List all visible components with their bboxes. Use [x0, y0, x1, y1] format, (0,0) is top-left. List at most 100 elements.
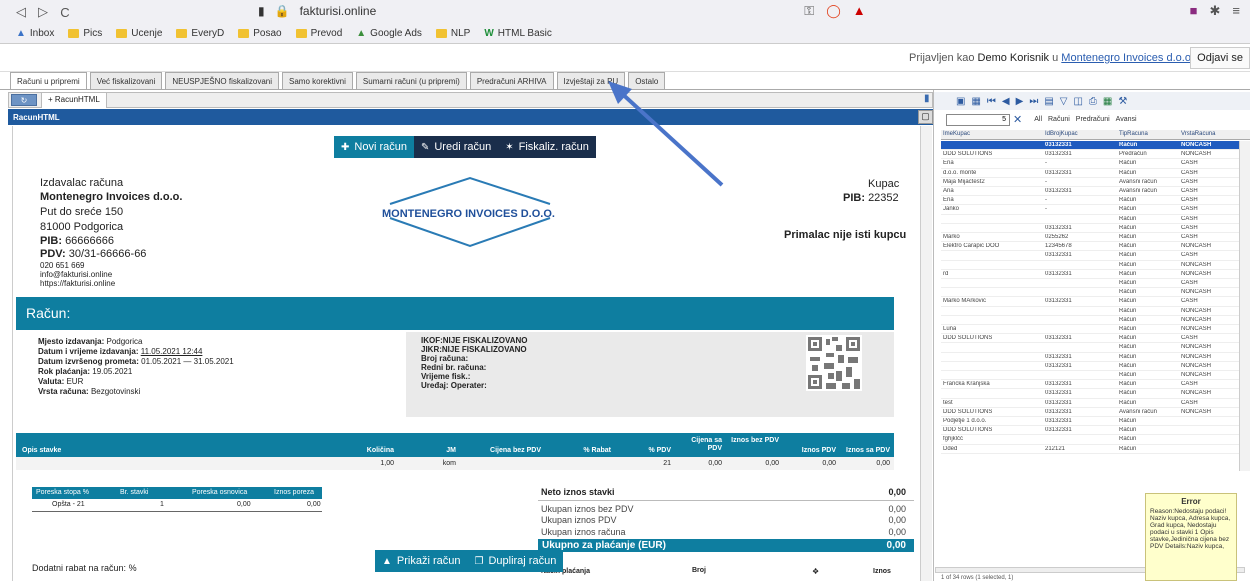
url-text[interactable]: fakturisi.online	[300, 4, 377, 18]
first-page-icon[interactable]: ⏮	[987, 96, 996, 107]
tab-sumarni-racuni[interactable]: Sumarni računi (u pripremi)	[355, 72, 467, 89]
table-row[interactable]: 03132331 Račun CASH	[941, 251, 1239, 261]
show-invoice-button[interactable]: ▲ Prikaži račun	[375, 550, 468, 572]
table-row[interactable]: Ena - Račun CASH	[941, 159, 1239, 169]
table-row[interactable]: 03132331 Račun NONCASH	[941, 141, 1239, 151]
print-icon[interactable]: ⎙	[1089, 96, 1097, 107]
table-row[interactable]: fghjklčć Račun	[941, 435, 1239, 445]
grid-icon[interactable]: ▦	[971, 96, 980, 107]
table-row[interactable]: Račun CASH	[941, 215, 1239, 224]
filter-all[interactable]: All	[1034, 116, 1042, 123]
tools-icon[interactable]: ⚒	[1118, 96, 1127, 107]
table-row[interactable]: Račun CASH	[941, 279, 1239, 289]
tab-predracuni-arhiva[interactable]: Predračuni ARHIVA	[469, 72, 554, 89]
bookmark-everyd[interactable]: EveryD	[176, 28, 224, 39]
extension-icon[interactable]: ■	[1190, 3, 1198, 19]
table-row[interactable]: DDD SOLUTIONS 03132331 Račun CASH	[941, 334, 1239, 344]
new-invoice-button[interactable]: ✚ Novi račun	[334, 136, 414, 158]
forward-icon[interactable]: ▷	[32, 4, 54, 20]
table-row[interactable]: DDD SOLUTIONS 03132331 Predračun NONCASH	[941, 150, 1239, 160]
bookmark-prevod[interactable]: Prevod	[295, 28, 342, 39]
filter-icon[interactable]: ▽	[1060, 96, 1068, 107]
table-row[interactable]: Elektro Carapic DOO 12345678 Račun NONCASH	[941, 242, 1239, 252]
tab-neuspjesno-fiskalizovani[interactable]: NEUSPJEŠNO fiskalizovani	[165, 72, 279, 89]
tab-vec-fiskalizovani[interactable]: Već fiskalizovani	[89, 72, 163, 89]
table-row[interactable]: Janko - Račun CASH	[941, 205, 1239, 215]
table-row[interactable]: 03132331 Račun NONCASH	[941, 389, 1239, 399]
tab-racuni-u-pripremi[interactable]: Računi u pripremi	[10, 72, 87, 89]
table-row[interactable]: Račun NONCASH	[941, 288, 1239, 298]
table-row[interactable]: Ena - Račun CASH	[941, 196, 1239, 206]
table-row[interactable]: d.o.o. monte 03132331 Račun CASH	[941, 169, 1239, 178]
page-size-input[interactable]	[946, 113, 1010, 126]
items-table-row[interactable]: 1,00 kom 21 0,00 0,00 0,00 0,00	[16, 457, 894, 470]
table-row[interactable]: Francka Kranjska 03132331 Račun CASH	[941, 380, 1239, 390]
table-row[interactable]: DDD SOLUTIONS 03132331 Račun	[941, 426, 1239, 436]
company-link[interactable]: Montenegro Invoices d.o.o.	[1061, 52, 1194, 64]
col-idbrojkupac[interactable]: IdBrojKupac	[1045, 131, 1078, 137]
col-imekupac[interactable]: ImeKupac	[943, 131, 970, 137]
filter-racuni[interactable]: Računi	[1048, 116, 1070, 123]
collapse-icon[interactable]: ▮	[924, 93, 930, 104]
logout-button[interactable]: Odjavi se	[1190, 47, 1250, 69]
table-row[interactable]: Račun NONCASH	[941, 371, 1239, 381]
col-tipracuna[interactable]: TipRacuna	[1119, 131, 1148, 137]
table-row[interactable]: 03132331 Račun CASH	[941, 224, 1239, 233]
restore-icon[interactable]: ▢	[918, 110, 933, 124]
bookmark-inbox[interactable]: ▲ Inbox	[16, 28, 54, 39]
table-row[interactable]: Ana 03132331 Avansni račun CASH	[941, 187, 1239, 197]
table-row[interactable]: Račun NONCASH	[941, 316, 1239, 325]
table-cell: 03132331	[1045, 142, 1072, 148]
columns-icon[interactable]: ▤	[1044, 96, 1053, 107]
table-row[interactable]: DDD SOLUTIONS 03132331 Avansni račun NONCAS…	[941, 408, 1239, 417]
last-page-icon[interactable]: ⏭	[1029, 96, 1038, 107]
bookmark-pics[interactable]: Pics	[68, 28, 102, 39]
fiscalize-button[interactable]: ✶ Fiskaliz. račun	[498, 136, 596, 158]
bookmark-posao[interactable]: Posao	[238, 28, 282, 39]
bookmark-nlp[interactable]: NLP	[435, 28, 470, 39]
back-icon[interactable]: ◁	[10, 4, 32, 20]
bookmark-html-basic[interactable]: W HTML Basic	[484, 28, 552, 39]
table-row[interactable]: Dded 212121 Račun	[941, 445, 1239, 454]
table-row[interactable]: 03132331 Račun NONCASH	[941, 353, 1239, 362]
table-row[interactable]: Marko 0255262 Račun CASH	[941, 233, 1239, 243]
next-icon[interactable]: ▶	[1016, 96, 1024, 107]
filter-avansi[interactable]: Avansi	[1116, 116, 1137, 123]
table-row[interactable]: Račun NONCASH	[941, 307, 1239, 316]
address-bar[interactable]: ▮ 🔒 fakturisi.online	[258, 4, 376, 18]
puzzle-icon[interactable]: ✱	[1210, 3, 1221, 19]
table-row[interactable]: Luna Račun NONCASH	[941, 325, 1239, 335]
bookmark-icon[interactable]: ▮	[258, 4, 265, 18]
refresh-icon[interactable]: ↻	[11, 94, 37, 106]
col-vrstaracuna[interactable]: VrstaRacuna	[1181, 131, 1215, 137]
invoice-scrollbar[interactable]	[920, 126, 932, 581]
shield-icon[interactable]: ◯	[826, 3, 841, 19]
clear-icon[interactable]: ✕	[1013, 113, 1022, 126]
table-row[interactable]: Račun NONCASH	[941, 343, 1239, 353]
menu-icon[interactable]: ≡	[1232, 3, 1240, 19]
subtab-racunhtml[interactable]: + RacunHTML	[41, 93, 107, 108]
grid-scrollbar[interactable]	[1239, 141, 1250, 471]
table-row[interactable]: 03132331 Račun NONCASH	[941, 362, 1239, 371]
table-row[interactable]: Račun NONCASH	[941, 261, 1239, 270]
table-row[interactable]: Marko MArkovic 03132331 Račun CASH	[941, 297, 1239, 307]
tab-samo-korektivni[interactable]: Samo korektivni	[282, 72, 353, 89]
excel-icon[interactable]: ▦	[1103, 96, 1112, 107]
prev-icon[interactable]: ◀	[1002, 96, 1010, 107]
key-icon[interactable]: ⚿	[804, 3, 814, 19]
warning-icon[interactable]: ▲	[853, 3, 866, 19]
bookmark-google-ads[interactable]: ▲ Google Ads	[356, 28, 422, 39]
export-icon[interactable]: ◫	[1073, 96, 1082, 107]
tab-ostalo[interactable]: Ostalo	[628, 72, 666, 89]
tab-izvjestaji-za-pu[interactable]: Izvještaji za PU	[556, 72, 626, 89]
filter-predracuni[interactable]: Predračuni	[1076, 116, 1110, 123]
table-row[interactable]: test 03132331 Račun CASH	[941, 399, 1239, 408]
edit-invoice-button[interactable]: ✎ Uredi račun	[413, 136, 499, 158]
reload-icon[interactable]: C	[54, 5, 76, 20]
bookmark-ucenje[interactable]: Ucenje	[116, 28, 162, 39]
table-row[interactable]: Maja Mijactest2 - Avansni račun CASH	[941, 178, 1239, 187]
refresh-icon[interactable]: ▣	[956, 96, 965, 107]
table-row[interactable]: rd 03132331 Račun NONCASH	[941, 270, 1239, 279]
duplicate-invoice-button[interactable]: ❐ Dupliraj račun	[467, 550, 564, 572]
table-row[interactable]: Podjetje 1 d.o.o. 03132331 Račun	[941, 417, 1239, 427]
